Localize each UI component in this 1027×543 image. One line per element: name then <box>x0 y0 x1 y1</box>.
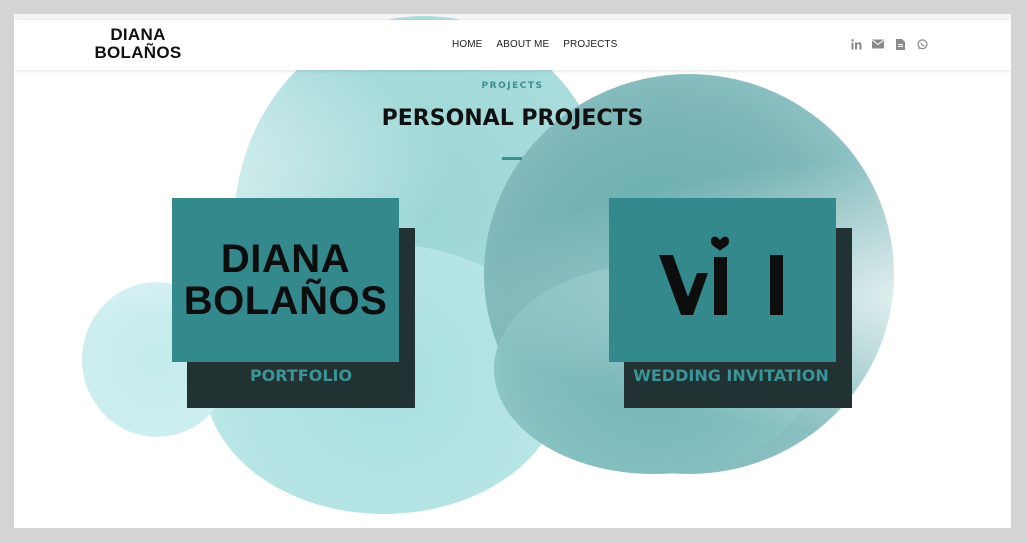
whatsapp-icon[interactable] <box>916 38 928 50</box>
background-haze <box>14 14 1011 528</box>
site-header: DIANA BOLAÑOS HOME ABOUT ME PROJECTS <box>14 20 1011 70</box>
envelope-icon[interactable] <box>872 38 884 50</box>
nav-home[interactable]: HOME <box>452 39 482 50</box>
project-card-portfolio[interactable]: DIANA BOLAÑOS PORTFOLIO <box>172 198 416 408</box>
logo-line-1: DIANA <box>110 25 166 44</box>
main-nav: HOME ABOUT ME PROJECTS <box>452 39 617 50</box>
nav-projects[interactable]: PROJECTS <box>563 39 617 50</box>
section-kicker: PROJECTS <box>481 81 544 91</box>
portfolio-logo: DIANA BOLAÑOS <box>184 238 388 322</box>
document-icon[interactable] <box>894 38 906 50</box>
page-frame: DIANA BOLAÑOS HOME ABOUT ME PROJECTS PRO… <box>14 14 1011 528</box>
card-label[interactable]: WEDDING INVITATION <box>617 366 845 385</box>
logo-line-2: BOLAÑOS <box>94 43 182 62</box>
card-image[interactable]: DIANA BOLAÑOS <box>172 198 399 362</box>
portfolio-logo-line-1: DIANA <box>220 237 351 281</box>
nav-about-me[interactable]: ABOUT ME <box>496 39 549 50</box>
title-underline <box>502 157 522 160</box>
portfolio-logo-line-2: BOLAÑOS <box>183 279 388 323</box>
social-links <box>850 38 928 50</box>
card-image[interactable] <box>609 198 836 362</box>
project-card-wedding-invitation[interactable]: WEDDING INVITATION <box>609 198 853 408</box>
card-label[interactable]: PORTFOLIO <box>187 366 415 385</box>
linkedin-icon[interactable] <box>850 38 862 50</box>
wedding-invitation-logo <box>658 236 783 315</box>
section-title: PERSONAL PROJECTS <box>381 106 644 131</box>
site-logo[interactable]: DIANA BOLAÑOS <box>90 26 186 62</box>
